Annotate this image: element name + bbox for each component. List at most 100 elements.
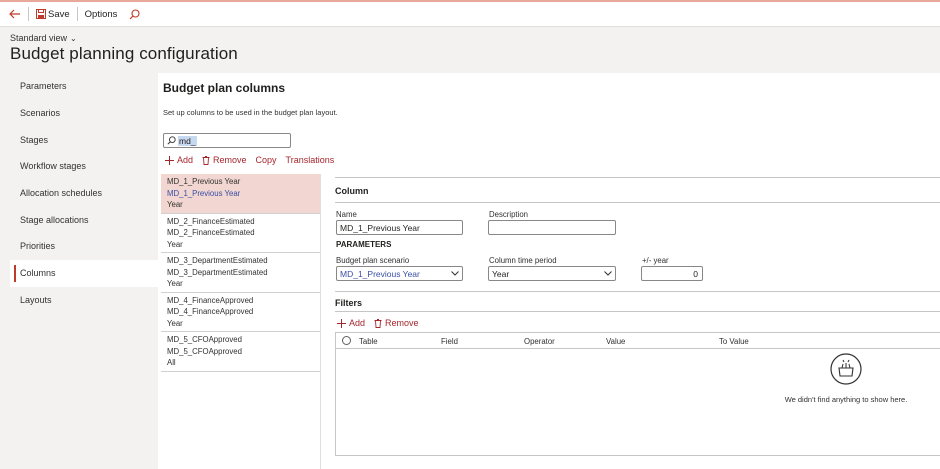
list-item-description: MD_5_CFOApproved (167, 346, 242, 356)
action-pane: Save Options (0, 0, 940, 27)
description-field[interactable] (488, 220, 616, 235)
list-item-description: MD_1_Previous Year (167, 188, 241, 198)
column-header-value[interactable]: Value (606, 337, 625, 346)
nav-item-label: Stages (20, 134, 49, 145)
nav-item-stages[interactable]: Stages (10, 126, 158, 153)
copy-button[interactable]: Copy (256, 155, 277, 165)
search-icon (129, 8, 140, 19)
period-select[interactable]: Year (488, 266, 616, 281)
save-button[interactable]: Save (33, 4, 73, 24)
description-label: Description (489, 210, 528, 219)
empty-state-text: We didn't find anything to show here. (784, 395, 908, 404)
name-field[interactable]: MD_1_Previous Year (336, 220, 463, 235)
add-button[interactable]: Add (165, 155, 193, 165)
filter-add-button[interactable]: Add (337, 318, 365, 328)
list-item-name: MD_3_DepartmentEstimated (167, 256, 268, 265)
period-label: Column time period (489, 256, 557, 265)
section-description: Set up columns to be used in the budget … (163, 108, 338, 117)
save-icon (36, 9, 46, 19)
list-item-description: MD_4_FinanceApproved (167, 307, 254, 316)
plus-icon (165, 155, 174, 165)
back-button[interactable] (6, 4, 24, 24)
list-item-description: MD_3_DepartmentEstimated (167, 267, 268, 277)
options-label: Options (84, 8, 118, 20)
plus-icon (337, 318, 346, 328)
section-title: Budget plan columns (163, 81, 286, 95)
nav-item-layouts[interactable]: Layouts (10, 287, 158, 314)
nav-item-label: Parameters (20, 81, 67, 92)
main-panel: Budget plan columns Set up columns to be… (158, 73, 940, 469)
list-item-period: Year (167, 239, 183, 249)
toolbar-divider (76, 7, 78, 21)
year-label: +/- year (642, 256, 669, 265)
name-value: MD_1_Previous Year (340, 222, 420, 233)
list-item-period: All (167, 358, 176, 367)
view-label: Standard view (10, 33, 68, 43)
column-header-to-value[interactable]: To Value (719, 337, 749, 346)
nav-item-parameters[interactable]: Parameters (10, 73, 158, 100)
name-label: Name (336, 210, 357, 219)
translations-label: Translations (285, 155, 335, 165)
nav-item-priorities[interactable]: Priorities (10, 233, 158, 260)
add-label: Add (177, 155, 194, 165)
column-section-header: Column (335, 186, 369, 196)
trash-icon (374, 318, 382, 328)
remove-button[interactable]: Remove (202, 155, 247, 165)
filter-actions: Add Remove (337, 318, 428, 328)
list-actions: Add Remove Copy Translations (165, 155, 343, 165)
year-field[interactable]: 0 (641, 266, 703, 281)
nav-item-columns[interactable]: Columns (10, 259, 158, 287)
filter-add-label: Add (349, 318, 366, 328)
divider (335, 291, 940, 292)
list-item[interactable]: MD_3_DepartmentEstimated MD_3_Department… (161, 253, 320, 293)
search-button[interactable] (126, 4, 145, 24)
nav-item-label: Priorities (20, 241, 56, 252)
search-icon (167, 136, 176, 145)
nav-item-allocation-schedules[interactable]: Allocation schedules (10, 180, 158, 207)
translations-button[interactable]: Translations (286, 155, 335, 165)
list-item-name: MD_2_FinanceEstimated (167, 216, 255, 226)
select-all-radio[interactable] (342, 336, 351, 345)
nav-item-scenarios[interactable]: Scenarios (10, 100, 158, 127)
options-button[interactable]: Options (82, 4, 121, 24)
chevron-down-icon: ⌄ (70, 33, 77, 43)
filter-remove-button[interactable]: Remove (374, 318, 419, 328)
column-header-operator[interactable]: Operator (524, 337, 555, 346)
list-item-period: Year (167, 200, 183, 209)
scenario-select[interactable]: MD_1_Previous Year (336, 266, 463, 281)
empty-box-icon (830, 353, 862, 385)
filters-section-header: Filters (335, 298, 363, 308)
list-item[interactable]: MD_1_Previous Year MD_1_Previous Year Ye… (161, 174, 320, 214)
column-header-table[interactable]: Table (359, 337, 378, 346)
column-header-field[interactable]: Field (441, 337, 458, 346)
nav-item-label: Scenarios (20, 108, 61, 119)
list-item[interactable]: MD_5_CFOApproved MD_5_CFOApproved All (161, 332, 320, 372)
column-list: MD_1_Previous Year MD_1_Previous Year Ye… (161, 174, 321, 469)
nav-item-workflow-stages[interactable]: Workflow stages (10, 153, 158, 180)
view-selector[interactable]: Standard view ⌄ (10, 33, 77, 43)
filter-remove-label: Remove (385, 318, 419, 328)
divider (335, 311, 940, 312)
left-navigation: Parameters Scenarios Stages Workflow sta… (10, 73, 158, 469)
detail-pane: Column Name MD_1_Previous Year Descripti… (335, 177, 940, 469)
remove-label: Remove (213, 155, 247, 165)
list-item-name: MD_1_Previous Year (167, 177, 241, 186)
copy-label: Copy (255, 155, 277, 165)
toolbar-divider (28, 7, 29, 21)
save-label: Save (48, 8, 70, 20)
divider (335, 202, 940, 203)
nav-item-stage-allocations[interactable]: Stage allocations (10, 206, 158, 233)
grid-header: Table Field Operator Value To Value (336, 333, 940, 349)
back-arrow-icon (9, 9, 20, 19)
scenario-value: MD_1_Previous Year (340, 268, 420, 279)
list-item-name: MD_5_CFOApproved (167, 335, 242, 344)
list-item[interactable]: MD_2_FinanceEstimated MD_2_FinanceEstima… (161, 214, 320, 253)
list-item-period: Year (167, 318, 183, 328)
list-item-period: Year (167, 279, 183, 288)
filter-input[interactable]: md_ (163, 133, 291, 148)
list-item[interactable]: MD_4_FinanceApproved MD_4_FinanceApprove… (161, 293, 320, 332)
list-item-description: MD_2_FinanceEstimated (167, 228, 255, 237)
page-title: Budget planning configuration (10, 44, 238, 63)
nav-item-label: Columns (20, 268, 56, 279)
chevron-down-icon (604, 271, 612, 276)
